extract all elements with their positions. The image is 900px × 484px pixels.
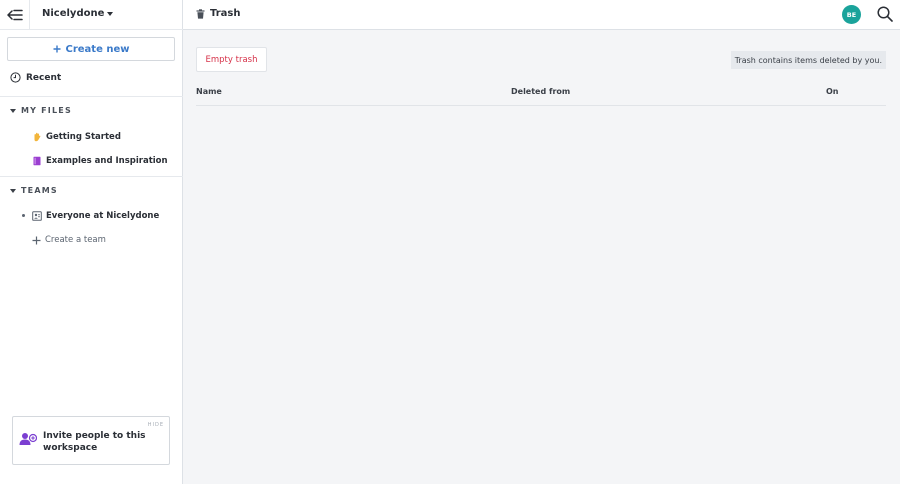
waving-hand-icon [34,132,41,142]
page-title: Trash [196,8,240,19]
column-on[interactable]: On [826,87,839,96]
trash-icon [196,8,205,19]
examples-label: Examples and Inspiration [46,156,168,166]
add-person-icon [19,433,37,445]
create-new-label: Create new [65,43,130,55]
search-icon [877,6,893,22]
workspace-name: Nicelydone [42,8,105,19]
avatar[interactable]: BE [842,5,861,24]
caret-down-icon [10,188,16,193]
search-button[interactable] [877,6,893,26]
plus-icon [53,45,60,53]
create-team-button[interactable]: Create a team [32,235,106,245]
collapse-sidebar-button[interactable] [0,0,30,30]
trash-notice: Trash contains items deleted by you. [730,51,886,69]
everyone-team-label: Everyone at Nicelydone [46,211,160,221]
invite-card[interactable]: HIDE Invite people to this workspace [12,416,170,465]
page-title-text: Trash [210,8,241,19]
divider [0,176,183,177]
team-icon [32,211,42,221]
sidebar-item-recent[interactable]: Recent [10,72,61,83]
divider [0,96,183,97]
chevron-down-icon [107,11,114,16]
sidebar-header: Nicelydone [0,0,183,30]
teams-section-toggle[interactable]: TEAMS [10,186,58,195]
table-header: Name Deleted from On [196,81,886,106]
book-icon [33,156,41,166]
sidebar-item-getting-started[interactable]: Getting Started [32,132,121,142]
column-deleted-from[interactable]: Deleted from [511,87,570,96]
column-name[interactable]: Name [196,87,222,96]
main-content: Empty trash Trash contains items deleted… [183,30,900,484]
my-files-section-toggle[interactable]: MY FILES [10,106,72,115]
clock-icon [10,72,21,83]
sidebar-item-examples[interactable]: Examples and Inspiration [32,156,168,166]
getting-started-label: Getting Started [46,132,121,142]
workspace-switcher[interactable]: Nicelydone [42,8,114,19]
bullet-icon [22,214,25,217]
sidebar-item-everyone-team[interactable]: Everyone at Nicelydone [32,211,159,221]
top-bar: Trash BE [183,0,900,30]
create-new-button[interactable]: Create new [7,37,175,61]
hide-invite-button[interactable]: HIDE [148,422,164,428]
collapse-sidebar-icon [6,9,23,21]
empty-trash-button[interactable]: Empty trash [196,47,267,72]
my-files-heading: MY FILES [21,106,72,115]
recent-label: Recent [26,72,62,83]
caret-down-icon [10,108,16,113]
create-team-label: Create a team [45,235,106,245]
sidebar: Nicelydone Create new Recent MY FILES Ge… [0,0,183,484]
invite-text: Invite people to this workspace [43,431,146,453]
teams-heading: TEAMS [21,186,58,195]
plus-icon [32,236,41,244]
